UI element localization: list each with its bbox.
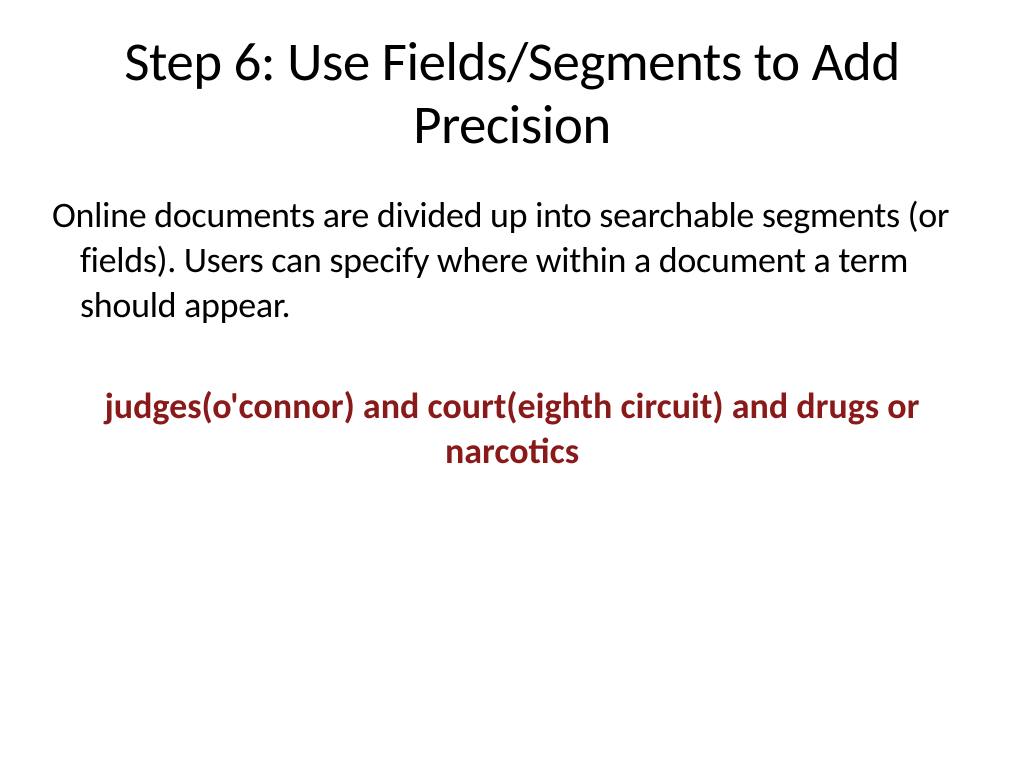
slide: Step 6: Use Fields/Segments to Add Preci…	[0, 0, 1024, 768]
slide-title: Step 6: Use Fields/Segments to Add Preci…	[30, 30, 994, 157]
slide-body: Online documents are divided up into sea…	[30, 193, 994, 328]
slide-example-query: judges(o'connor) and court(eighth circui…	[30, 384, 994, 474]
